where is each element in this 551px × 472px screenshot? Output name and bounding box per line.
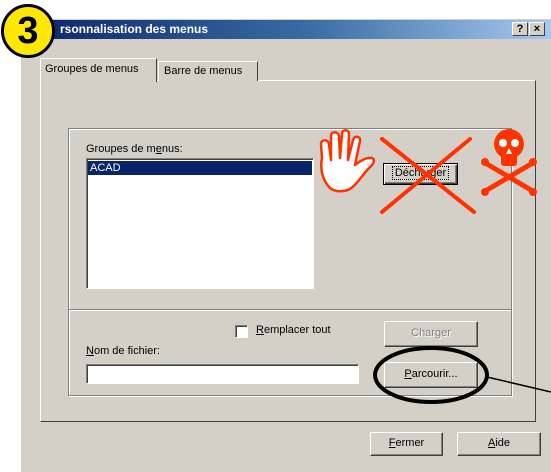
skull-crossbones-icon bbox=[481, 129, 537, 196]
tab-groupes-de-menus[interactable]: Groupes de menus bbox=[40, 58, 157, 82]
step-number-badge: 3 bbox=[1, 4, 55, 58]
stop-hand-icon bbox=[319, 129, 376, 193]
highlight-circle bbox=[373, 346, 489, 404]
pointer-line bbox=[486, 376, 551, 393]
red-cross-icon bbox=[380, 137, 476, 214]
